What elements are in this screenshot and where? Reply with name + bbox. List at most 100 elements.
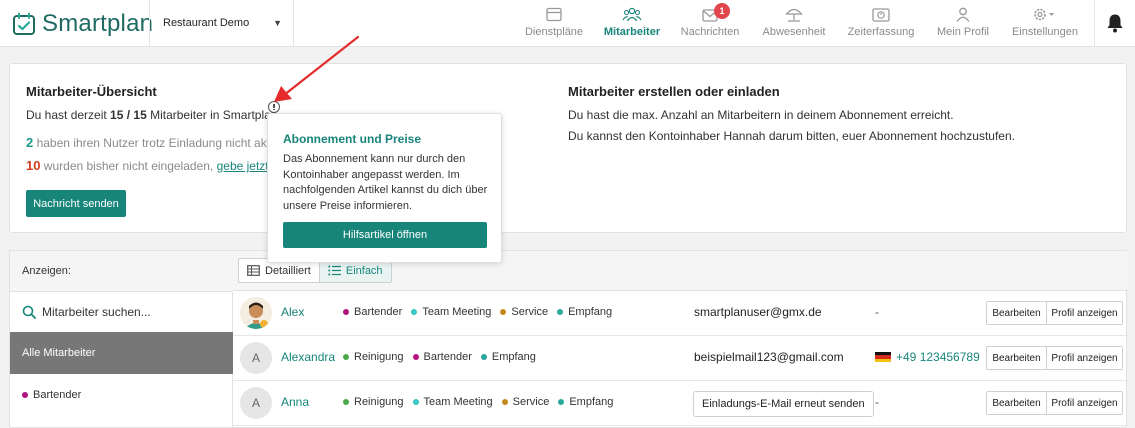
max-reached-text: Du hast die max. Anzahl an Mitarbeitern …: [568, 108, 954, 122]
germany-flag-icon: [875, 352, 891, 362]
notifications-button[interactable]: [1094, 0, 1135, 46]
nav-nachrichten[interactable]: 1 Nachrichten: [677, 0, 743, 46]
tag-label: Bartender: [354, 306, 403, 318]
tag: Bartender: [412, 351, 472, 363]
view-profile-button[interactable]: Profil anzeigen: [1047, 347, 1122, 369]
tag: Reinigung: [343, 351, 404, 363]
nav-zeiterfassung[interactable]: Zeiterfassung: [845, 0, 917, 46]
tag-dot: [480, 354, 487, 360]
nav-mitarbeiter[interactable]: Mitarbeiter: [600, 0, 664, 46]
employee-row[interactable]: A Anna Reinigung Team Meeting Service Em…: [233, 381, 1128, 426]
nav-label-dienstplaene: Dienstpläne: [524, 26, 584, 38]
employee-name[interactable]: Anna: [281, 395, 309, 409]
avatar-photo: [240, 297, 272, 329]
nav-einstellungen[interactable]: Einstellungen: [1008, 0, 1082, 46]
bartender-dot: [22, 392, 28, 398]
tag: Reinigung: [343, 396, 404, 408]
edit-button[interactable]: Bearbeiten: [987, 347, 1047, 369]
count-prefix: Du hast derzeit: [26, 108, 111, 122]
person-photo-icon: [240, 297, 272, 329]
nav-label-abwesenheit: Abwesenheit: [762, 26, 826, 38]
nav-mein-profil[interactable]: Mein Profil: [932, 0, 994, 46]
view-profile-button[interactable]: Profil anzeigen: [1047, 392, 1122, 414]
tag: Service: [500, 306, 548, 318]
open-help-article-button[interactable]: Hilfsartikel öffnen: [283, 222, 487, 248]
employee-email: smartplanuser@gmx.de: [694, 305, 822, 319]
employee-email: beispielmail123@gmail.com: [694, 350, 844, 364]
filter-bartender[interactable]: Bartender: [10, 374, 233, 416]
pending-text: haben ihren Nutzer trotz Einladung nicht…: [33, 136, 282, 150]
tag-dot: [557, 309, 564, 315]
send-message-button[interactable]: Nachricht senden: [26, 190, 126, 217]
umbrella-icon: [785, 8, 803, 22]
employee-name[interactable]: Alex: [281, 305, 304, 319]
nav-abwesenheit[interactable]: Abwesenheit: [760, 0, 828, 46]
logo-text: Smartplan: [42, 10, 154, 37]
ask-owner-text: Du kannst den Kontoinhaber Hannah darum …: [568, 129, 1015, 143]
tag-dot: [343, 309, 349, 315]
tag-dot: [558, 399, 565, 405]
uninvited-line: 10 wurden bisher nicht eingeladen, gebe …: [26, 158, 281, 173]
popover-body: Das Abonnement kann nur durch den Kontoi…: [283, 153, 488, 212]
tag-label: Empfang: [569, 396, 614, 408]
employee-search-input[interactable]: Mitarbeiter suchen...: [10, 292, 233, 332]
search-icon: [22, 305, 36, 319]
tag-label: Team Meeting: [423, 396, 493, 408]
nav-label-mein-profil: Mein Profil: [937, 26, 989, 38]
popover-title: Abonnement und Preise: [283, 132, 422, 146]
edit-button[interactable]: Bearbeiten: [987, 392, 1047, 414]
tag-label: Reinigung: [354, 351, 404, 363]
tag: Team Meeting: [411, 306, 491, 318]
smartplan-logo[interactable]: Smartplan: [12, 10, 153, 38]
filter-sidebar: Anzeigen: Mitarbeiter suchen... Alle Mit…: [10, 251, 233, 428]
show-label: Anzeigen:: [10, 251, 233, 292]
view-detailed-label: Detailliert: [265, 264, 311, 277]
nav-dienstplaene[interactable]: Dienstpläne: [522, 0, 586, 46]
filter-all-employees[interactable]: Alle Mitarbeiter: [10, 332, 233, 374]
count-value: 15 / 15: [110, 108, 147, 122]
gear-icon: [1034, 8, 1054, 21]
caret-down-icon: ▼: [273, 18, 282, 28]
count-suffix: Mitarbeiter in Smartplan.: [146, 108, 281, 122]
team-icon: [622, 7, 642, 22]
employee-row[interactable]: Alex Bartender Team Meeting Service Empf…: [233, 291, 1128, 336]
view-simple-label: Einfach: [345, 264, 383, 277]
calendar-icon: [546, 7, 562, 22]
tag: Bartender: [343, 306, 402, 318]
tag-label: Reinigung: [354, 396, 404, 408]
uninvited-count: 10: [26, 158, 41, 173]
row-actions: Bearbeiten Profil anzeigen: [986, 346, 1123, 370]
tag-dot: [412, 354, 419, 360]
tag-dot: [343, 399, 349, 405]
phone-empty: -: [875, 305, 879, 319]
row-actions: Bearbeiten Profil anzeigen: [986, 301, 1123, 325]
nav-label-nachrichten: Nachrichten: [680, 26, 740, 38]
filter-bartender-label: Bartender: [33, 389, 82, 401]
view-profile-button[interactable]: Profil anzeigen: [1047, 302, 1122, 324]
nav-label-mitarbeiter: Mitarbeiter: [603, 26, 661, 38]
subscription-popover: Abonnement und Preise Das Abonnement kan…: [267, 113, 502, 263]
tag-dot: [343, 354, 349, 360]
user-icon: [956, 7, 970, 22]
resend-invite-button[interactable]: Einladungs-E-Mail erneut senden: [693, 391, 874, 417]
tag: Team Meeting: [412, 396, 493, 408]
tag: Empfang: [557, 306, 612, 318]
employee-name[interactable]: Alexandra: [281, 350, 335, 364]
employee-list-panel: Anzeigen: Mitarbeiter suchen... Alle Mit…: [9, 250, 1128, 428]
timeclock-icon: [872, 8, 890, 22]
tag-label: Service: [512, 396, 550, 408]
tag-dot: [411, 309, 418, 315]
tag-label: Empfang: [568, 306, 613, 318]
pending-activation-line: 2 haben ihren Nutzer trotz Einladung nic…: [26, 135, 281, 150]
tag-dot: [412, 399, 419, 405]
search-placeholder: Mitarbeiter suchen...: [42, 305, 151, 319]
employee-tags: Reinigung Team Meeting Service Empfang: [343, 396, 622, 408]
list-icon: [328, 265, 341, 276]
nav-label-einstellungen: Einstellungen: [1011, 26, 1079, 38]
edit-button[interactable]: Bearbeiten: [987, 302, 1047, 324]
employee-row[interactable]: A Alexandra Reinigung Bartender Empfang …: [233, 336, 1128, 381]
tag-dot: [500, 309, 507, 315]
create-invite-title: Mitarbeiter erstellen oder einladen: [568, 84, 780, 99]
tag: Empfang: [480, 351, 536, 363]
employee-phone[interactable]: +49 123456789: [875, 350, 980, 364]
